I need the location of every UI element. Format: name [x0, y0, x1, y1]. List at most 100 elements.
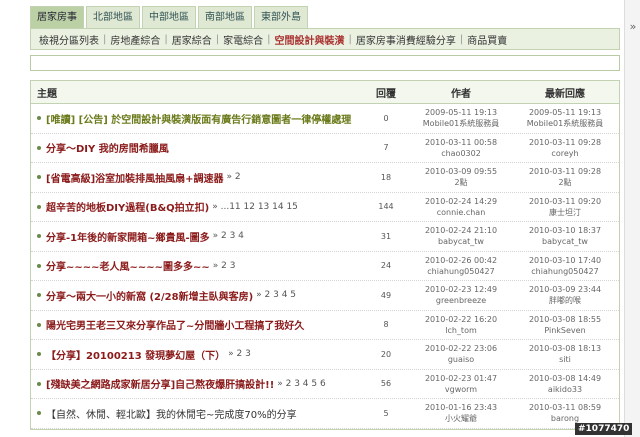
- last-reply-user[interactable]: siti: [511, 354, 619, 365]
- last-reply-date[interactable]: 2010-03-10 18:37: [511, 225, 619, 236]
- last-reply-user[interactable]: PinkSeven: [511, 325, 619, 336]
- watermark: #1077470: [575, 423, 633, 435]
- post-date: 2009-05-11 19:13: [424, 108, 498, 118]
- post-date: 2010-03-11 00:58: [424, 137, 498, 147]
- author-name[interactable]: vgworm: [411, 384, 511, 395]
- topic-link[interactable]: 分享-1年後的新家開箱~鄉貴風-圖多: [46, 229, 210, 244]
- topic-cell: [殘缺美之網路成家新居分享]自己熬夜爆肝搞設計!!» 2 3 4 5 6: [31, 376, 361, 391]
- page-links[interactable]: » 2 3: [228, 349, 251, 359]
- last-reply-user[interactable]: 胖嘟的喉: [511, 295, 619, 306]
- table-row: 分享~~~~老人風~~~~圖多多~~» 2 3 24 2010-02-26 00:4…: [31, 252, 619, 281]
- last-reply-date[interactable]: 2010-03-11 09:28: [511, 137, 619, 148]
- reply-count: 56: [380, 379, 392, 389]
- sidebar-toggle[interactable]: »: [624, 0, 640, 437]
- page-links[interactable]: » 2: [227, 172, 241, 182]
- last-reply-date[interactable]: 2010-03-10 17:40: [511, 255, 619, 266]
- topic-icon: [37, 175, 41, 180]
- topic-table: 主題 回覆 作者 最新回應 [唯讀] [公告] 於空間設計與裝潢版面有廣告行銷意…: [30, 80, 620, 430]
- last-reply-date[interactable]: 2010-03-08 18:55: [511, 314, 619, 325]
- table-header: 主題 回覆 作者 最新回應: [31, 81, 619, 104]
- last-reply-user[interactable]: aikido33: [511, 384, 619, 395]
- last-reply-user[interactable]: Mobile01系統服務員: [511, 118, 619, 129]
- last-reply-date[interactable]: 2010-03-09 23:44: [511, 284, 619, 295]
- post-date: 2010-02-24 14:29: [424, 196, 498, 206]
- topic-link[interactable]: 分享～兩大一小的新窩 (2/28新增主臥與客房): [46, 288, 253, 303]
- subnav-item-4[interactable]: 空間設計與裝潢: [271, 32, 349, 47]
- author-name[interactable]: guaiso: [411, 354, 511, 365]
- topic-link[interactable]: 分享~~~~老人風~~~~圖多多~~: [46, 258, 210, 273]
- post-date: 2010-01-16 23:43: [424, 403, 498, 413]
- author-cell: 2010-01-16 23:43 小火耀爺: [411, 402, 511, 424]
- last-reply-user[interactable]: 康士坦汀: [511, 207, 619, 218]
- author-name[interactable]: 小火耀爺: [411, 413, 511, 424]
- last-reply-date[interactable]: 2010-03-11 09:28: [511, 166, 619, 177]
- topic-cell: 分享-1年後的新家開箱~鄉貴風-圖多» 2 3 4: [31, 229, 361, 244]
- subnav-item-0[interactable]: 檢視分區列表: [35, 32, 103, 47]
- topic-link[interactable]: [殘缺美之網路成家新居分享]自己熬夜爆肝搞設計!!: [46, 376, 274, 391]
- last-reply-user[interactable]: chiahung050427: [511, 266, 619, 277]
- topic-icon: [37, 145, 41, 150]
- topic-icon: [37, 234, 41, 239]
- page-links[interactable]: » 2 3 4 5: [256, 290, 296, 300]
- author-name[interactable]: chiahung050427: [411, 266, 511, 277]
- topic-cell: 陽光宅男王老三又來分享作品了~分間牆小工程搞了我好久: [31, 317, 361, 332]
- last-reply-user[interactable]: babycat_tw: [511, 236, 619, 247]
- reply-count: 31: [380, 231, 392, 241]
- page-links[interactable]: » 2 3: [213, 261, 236, 271]
- topic-link[interactable]: [唯讀] [公告] 於空間設計與裝潢版面有廣告行銷意圖者一律停權處理: [46, 111, 351, 126]
- topic-cell: [唯讀] [公告] 於空間設計與裝潢版面有廣告行銷意圖者一律停權處理: [31, 111, 361, 126]
- tab-0[interactable]: 居家房事: [30, 6, 84, 28]
- header-title[interactable]: 主題: [31, 85, 361, 100]
- page-links[interactable]: » ...11 12 13 14 15: [212, 202, 298, 212]
- last-reply-user[interactable]: coreyh: [511, 148, 619, 159]
- author-cell: 2009-05-11 19:13 Mobile01系統服務員: [411, 107, 511, 129]
- subnav-item-3[interactable]: 家電綜合: [219, 32, 267, 47]
- topic-link[interactable]: 超辛苦的地板DIY過程(B&Q拍立扣): [46, 199, 209, 214]
- tab-4[interactable]: 東部外島: [254, 6, 308, 28]
- header-last-reply[interactable]: 最新回應: [511, 85, 619, 100]
- last-reply-user[interactable]: 2點: [511, 177, 619, 188]
- last-reply-date[interactable]: 2010-03-08 14:49: [511, 373, 619, 384]
- last-reply-date[interactable]: 2010-03-08 18:13: [511, 343, 619, 354]
- last-reply-date[interactable]: 2010-03-11 09:20: [511, 196, 619, 207]
- tab-1[interactable]: 北部地區: [86, 6, 140, 28]
- author-name[interactable]: lch_tom: [411, 325, 511, 336]
- topic-link[interactable]: [省電高級]浴室加裝排風抽風扇+調速器: [46, 170, 224, 185]
- header-author[interactable]: 作者: [411, 85, 511, 100]
- author-name[interactable]: 2點: [411, 177, 511, 188]
- reply-count: 18: [380, 172, 392, 182]
- author-cell: 2010-03-09 09:55 2點: [411, 166, 511, 188]
- last-reply-cell: 2010-03-10 17:40 chiahung050427: [511, 255, 619, 277]
- author-name[interactable]: chao0302: [411, 148, 511, 159]
- topic-icon: [37, 322, 41, 327]
- toolbar-bar: [30, 55, 620, 71]
- expand-icon[interactable]: »: [625, 20, 640, 33]
- topic-icon: [37, 204, 41, 209]
- subnav-item-6[interactable]: 商品買賣: [463, 32, 511, 47]
- last-reply-cell: 2010-03-08 18:55 PinkSeven: [511, 314, 619, 336]
- tab-2[interactable]: 中部地區: [142, 6, 196, 28]
- table-row: 【分享】20100213 發現夢幻屋（下）» 2 3 20 2010-02-22 2…: [31, 340, 619, 370]
- table-row: 超辛苦的地板DIY過程(B&Q拍立扣)» ...11 12 13 14 15 14…: [31, 193, 619, 222]
- author-name[interactable]: babycat_tw: [411, 236, 511, 247]
- author-name[interactable]: connie.chan: [411, 207, 511, 218]
- last-reply-date[interactable]: 2010-03-11 08:59: [511, 402, 619, 413]
- topic-link[interactable]: 分享～DIY 我的房間希臘風: [46, 140, 169, 155]
- page-links[interactable]: » 2 3 4: [213, 231, 244, 241]
- author-name[interactable]: greenbreeze: [411, 295, 511, 306]
- subnav-item-5[interactable]: 居家房事消費經驗分享: [352, 32, 460, 47]
- board-tabs: 居家房事 北部地區 中部地區 南部地區 東部外島: [30, 6, 308, 28]
- topic-link[interactable]: 陽光宅男王老三又來分享作品了~分間牆小工程搞了我好久: [46, 317, 304, 332]
- page-links[interactable]: » 2 3 4 5 6: [277, 379, 325, 389]
- author-name[interactable]: Mobile01系統服務員: [411, 118, 511, 129]
- last-reply-cell: 2010-03-08 14:49 aikido33: [511, 373, 619, 395]
- topic-link[interactable]: 【自然、休閒、輕北歐】我的休閒宅~完成度70%的分享: [46, 406, 297, 421]
- tab-3[interactable]: 南部地區: [198, 6, 252, 28]
- header-replies[interactable]: 回覆: [361, 85, 411, 100]
- last-reply-date[interactable]: 2009-05-11 19:13: [511, 107, 619, 118]
- author-cell: 2010-02-23 01:47 vgworm: [411, 373, 511, 395]
- subnav-item-1[interactable]: 房地產綜合: [106, 32, 164, 47]
- topic-cell: 分享～DIY 我的房間希臘風: [31, 140, 361, 155]
- subnav-item-2[interactable]: 居家綜合: [168, 32, 216, 47]
- topic-link[interactable]: 【分享】20100213 發現夢幻屋（下）: [46, 347, 225, 362]
